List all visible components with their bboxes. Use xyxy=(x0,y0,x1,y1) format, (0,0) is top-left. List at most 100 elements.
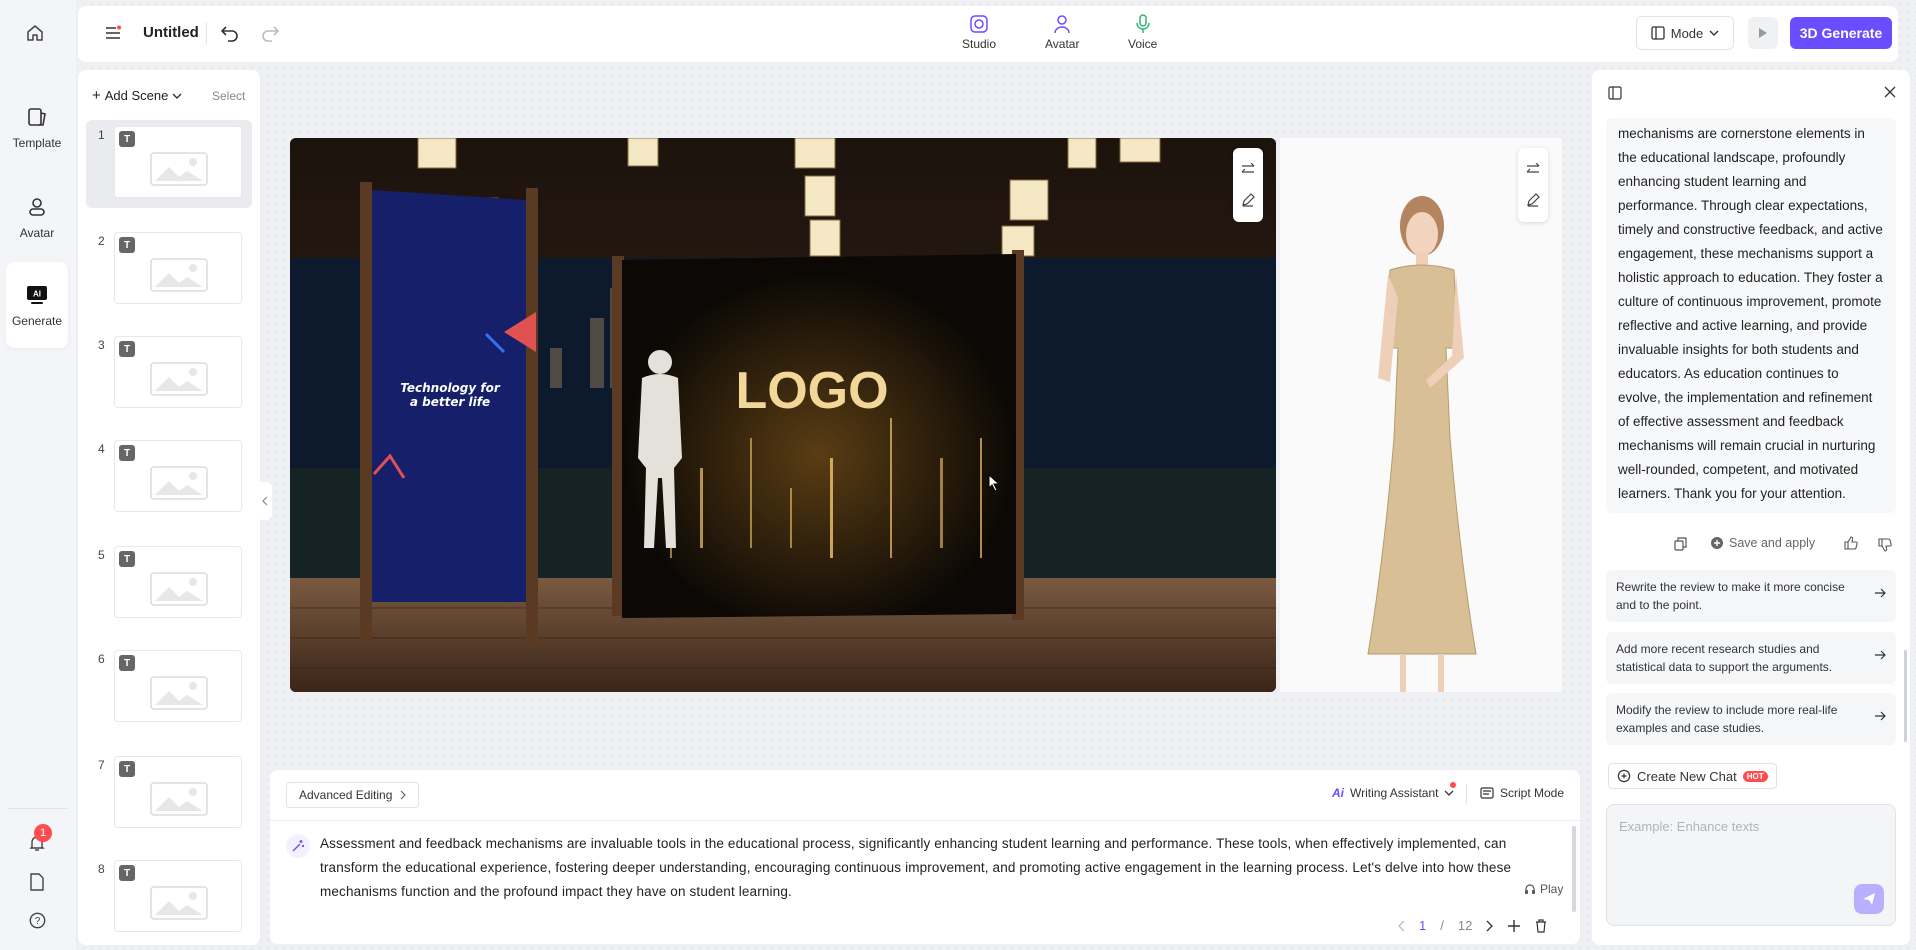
scene-card[interactable]: T xyxy=(114,650,242,722)
swap-icon[interactable] xyxy=(1526,163,1540,175)
advanced-editing-label: Advanced Editing xyxy=(299,788,393,802)
writing-assistant-button[interactable]: Ai Writing Assistant xyxy=(1332,782,1457,800)
layout-icon xyxy=(1651,26,1665,40)
image-placeholder-icon xyxy=(150,362,208,396)
help-icon[interactable]: ? xyxy=(29,912,46,929)
divider xyxy=(206,22,207,44)
scene-thumbnail[interactable]: 8T xyxy=(86,854,252,942)
image-placeholder-icon xyxy=(150,258,208,292)
thumbs-down-icon[interactable] xyxy=(1878,538,1892,552)
panel-scrollbar[interactable] xyxy=(1904,650,1907,742)
add-page-icon[interactable] xyxy=(1507,919,1521,933)
scene-thumbnail[interactable]: 5T xyxy=(86,540,252,628)
mode-dropdown[interactable]: Mode xyxy=(1636,16,1734,50)
template-icon xyxy=(24,104,50,130)
save-and-apply-button[interactable]: Save and apply xyxy=(1710,536,1815,550)
document-icon[interactable] xyxy=(30,873,44,891)
magic-wand-icon[interactable] xyxy=(286,834,310,858)
rail-item-label: Template xyxy=(12,136,62,150)
trash-icon[interactable] xyxy=(1535,918,1547,933)
scene-thumbnail[interactable]: 3T xyxy=(86,330,252,418)
3d-generate-button[interactable]: 3D Generate xyxy=(1790,17,1892,49)
scene-thumbnail[interactable]: 6T xyxy=(86,644,252,732)
scene-pager: 1 / 12 xyxy=(1398,918,1547,933)
current-page[interactable]: 1 xyxy=(1419,918,1426,933)
ai-generate-icon: AI xyxy=(24,282,50,308)
chevron-right-icon xyxy=(400,790,407,800)
chevron-down-icon xyxy=(1709,29,1719,37)
project-title[interactable]: Untitled xyxy=(143,24,199,41)
copy-icon[interactable] xyxy=(1674,537,1687,551)
image-placeholder-icon xyxy=(150,572,208,606)
undo-icon[interactable] xyxy=(220,24,240,42)
avatar-preview-panel[interactable] xyxy=(1280,138,1562,692)
chat-input[interactable]: Example: Enhance texts xyxy=(1606,804,1896,926)
image-placeholder-icon xyxy=(150,466,208,500)
scene-thumbnail[interactable]: 2T xyxy=(86,226,252,314)
rail-item-template[interactable]: Template xyxy=(6,84,68,170)
studio-icon xyxy=(969,14,989,34)
redo-icon[interactable] xyxy=(260,24,280,42)
notification-badge: 1 xyxy=(34,824,52,842)
arrow-right-icon xyxy=(1874,650,1886,660)
edit-icon[interactable] xyxy=(1526,193,1540,207)
thumbs-up-icon[interactable] xyxy=(1844,536,1858,550)
rail-item-generate[interactable]: AI Generate xyxy=(6,262,68,348)
suggestion-item[interactable]: Modify the review to include more real-l… xyxy=(1606,693,1896,745)
scene-card[interactable]: T xyxy=(114,860,242,932)
menu-icon[interactable] xyxy=(104,25,122,41)
scene-card[interactable]: T xyxy=(114,440,242,512)
text-badge: T xyxy=(119,655,135,671)
create-new-chat-button[interactable]: Create New Chat HOT xyxy=(1608,763,1777,789)
script-mode-button[interactable]: Script Mode xyxy=(1480,786,1564,800)
chevron-down-icon xyxy=(1444,789,1454,797)
script-scrollbar[interactable] xyxy=(1572,826,1576,912)
svg-text:AI: AI xyxy=(33,290,41,299)
add-scene-button[interactable]: + Add Scene xyxy=(92,88,182,103)
text-badge: T xyxy=(119,131,135,147)
scene-number: 8 xyxy=(98,862,105,876)
next-page-icon[interactable] xyxy=(1486,920,1494,932)
tool-label: Studio xyxy=(962,37,997,51)
scene-card[interactable]: T xyxy=(114,336,242,408)
tool-studio[interactable]: Studio xyxy=(962,14,996,51)
tool-voice[interactable]: Voice xyxy=(1128,14,1157,51)
suggestion-item[interactable]: Rewrite the review to make it more conci… xyxy=(1606,570,1896,622)
image-placeholder-icon xyxy=(150,782,208,816)
stage-tools-left xyxy=(1233,148,1263,222)
scene-card[interactable]: T xyxy=(114,546,242,618)
play-script-button[interactable]: Play xyxy=(1524,882,1563,896)
screen-logo-text: LOGO xyxy=(735,362,888,420)
select-scenes-button[interactable]: Select xyxy=(212,89,245,103)
suggestion-item[interactable]: Add more recent research studies and sta… xyxy=(1606,632,1896,684)
advanced-editing-button[interactable]: Advanced Editing xyxy=(286,782,420,808)
scene-card[interactable]: T xyxy=(114,232,242,304)
stage-tools-right xyxy=(1518,148,1548,222)
edit-icon[interactable] xyxy=(1241,193,1255,207)
add-scene-label: Add Scene xyxy=(104,88,169,103)
text-badge: T xyxy=(119,551,135,567)
prev-page-icon[interactable] xyxy=(1398,920,1405,932)
scene-number: 5 xyxy=(98,548,105,562)
studio-stage-canvas[interactable]: Technology for a better life LOGO xyxy=(290,138,1276,692)
tool-avatar[interactable]: Avatar xyxy=(1045,14,1079,51)
scene-thumbnail[interactable]: 4T xyxy=(86,434,252,522)
svg-text:?: ? xyxy=(35,916,41,927)
collapse-panel-handle[interactable] xyxy=(258,482,272,520)
scene-thumbnail[interactable]: 1T xyxy=(86,120,252,208)
home-icon[interactable] xyxy=(26,24,44,42)
script-textarea[interactable]: Assessment and feedback mechanisms are i… xyxy=(320,832,1520,904)
image-placeholder-icon xyxy=(150,886,208,920)
sidebar-toggle-icon[interactable] xyxy=(1608,86,1622,100)
preview-play-button[interactable] xyxy=(1748,17,1778,49)
rail-item-avatar[interactable]: Avatar xyxy=(6,174,68,260)
swap-icon[interactable] xyxy=(1241,163,1255,175)
scene-card[interactable]: T xyxy=(114,126,242,198)
send-button[interactable] xyxy=(1854,884,1884,914)
image-placeholder-icon xyxy=(150,676,208,710)
scene-number: 6 xyxy=(98,652,105,666)
scene-thumbnail[interactable]: 7T xyxy=(86,750,252,838)
close-icon[interactable] xyxy=(1884,86,1896,98)
studio-scene-image: Technology for a better life LOGO xyxy=(290,138,1276,692)
scene-card[interactable]: T xyxy=(114,756,242,828)
